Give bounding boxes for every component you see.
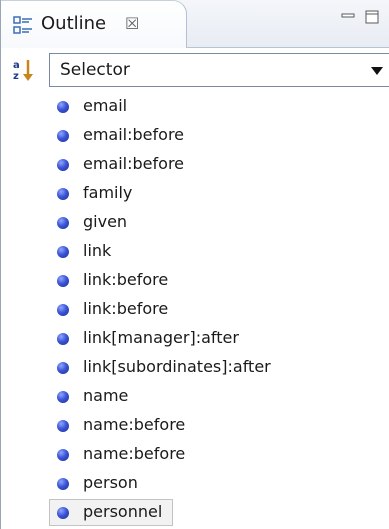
bullet-icon (57, 246, 69, 258)
tab-bar: Outline ☒ (1, 0, 389, 48)
list-item-label: name:before (83, 444, 186, 463)
minimize-icon[interactable] (339, 8, 357, 26)
tab-label: Outline (41, 13, 107, 34)
list-item[interactable]: link:before (1, 266, 389, 295)
bullet-icon (57, 333, 69, 345)
bullet-icon (57, 159, 69, 171)
bullet-icon (57, 130, 69, 142)
bullet-icon (57, 188, 69, 200)
bullet-icon (57, 507, 69, 519)
bullet-icon (57, 362, 69, 374)
list-item[interactable]: name (1, 382, 389, 411)
outline-tree: email email:before email:before family g… (1, 92, 389, 529)
list-item-label: personnel (83, 502, 163, 521)
list-item[interactable]: given (1, 208, 389, 237)
list-item[interactable]: person (1, 469, 389, 498)
list-item-label: link[manager]:after (83, 328, 239, 347)
selector-dropdown[interactable]: Selector (49, 53, 389, 87)
list-item[interactable]: family (1, 179, 389, 208)
bullet-icon (57, 420, 69, 432)
svg-text:z: z (13, 71, 19, 82)
list-item[interactable]: name:before (1, 440, 389, 469)
bullet-icon (57, 275, 69, 287)
list-item[interactable]: email:before (1, 150, 389, 179)
selector-value: Selector (60, 60, 130, 80)
bullet-icon (57, 449, 69, 461)
close-icon[interactable]: ☒ (125, 13, 139, 35)
list-item-label: link:before (83, 270, 169, 289)
list-item-selected[interactable]: personnel (1, 498, 389, 527)
maximize-icon[interactable] (363, 8, 381, 26)
outline-view: Outline ☒ a z Selector email email:befor… (0, 0, 389, 529)
bullet-icon (57, 304, 69, 316)
outline-icon (13, 16, 32, 34)
bullet-icon (57, 478, 69, 490)
list-item[interactable]: link (1, 237, 389, 266)
bullet-icon (57, 101, 69, 113)
list-item-label: given (83, 212, 128, 231)
list-item-label: person (83, 473, 138, 492)
list-item-label: name:before (83, 415, 186, 434)
bullet-icon (57, 217, 69, 229)
list-item[interactable]: link:before (1, 295, 389, 324)
list-item[interactable]: email (1, 92, 389, 121)
list-item-label: email (83, 96, 128, 115)
list-item-label: email:before (83, 125, 185, 144)
tab-outline[interactable]: Outline ☒ (1, 0, 187, 48)
list-item-label: name (83, 386, 129, 405)
list-item[interactable]: link[manager]:after (1, 324, 389, 353)
outline-toolbar: a z Selector (1, 48, 389, 92)
list-item-label: family (83, 183, 133, 202)
list-item[interactable]: email:before (1, 121, 389, 150)
list-item-label: email:before (83, 154, 185, 173)
list-item-label: link (83, 241, 112, 260)
list-item-label: link:before (83, 299, 169, 318)
sort-az-icon[interactable]: a z (11, 57, 37, 83)
list-item[interactable]: name:before (1, 411, 389, 440)
bullet-icon (57, 391, 69, 403)
svg-text:a: a (13, 60, 20, 71)
chevron-down-icon (371, 67, 383, 75)
list-item[interactable]: link[subordinates]:after (1, 353, 389, 382)
list-item-label: link[subordinates]:after (83, 357, 271, 376)
